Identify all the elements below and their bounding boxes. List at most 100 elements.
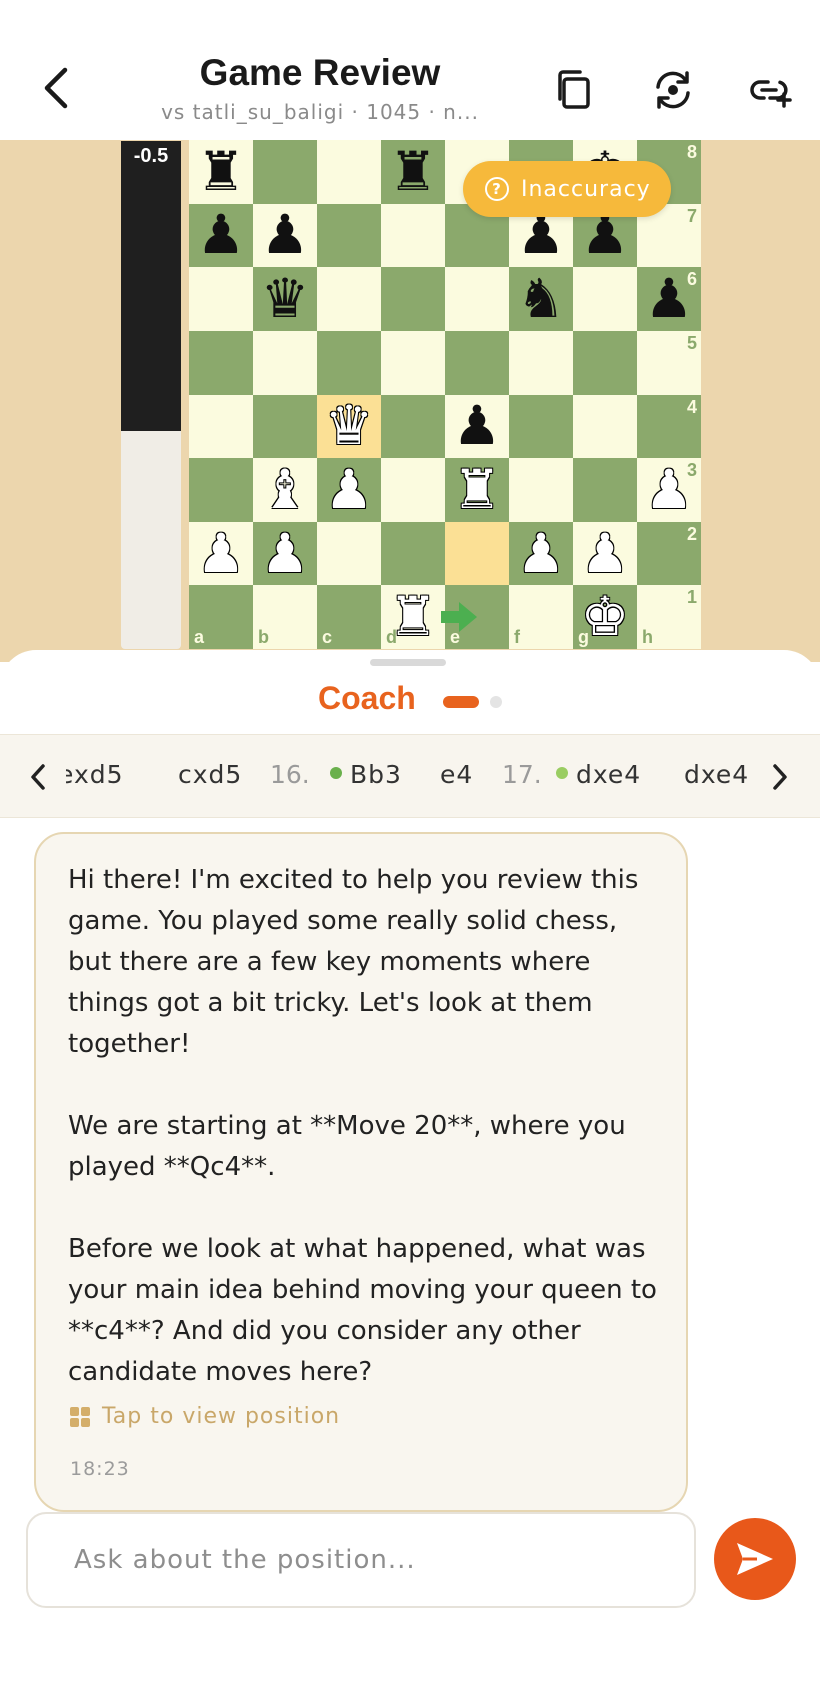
square-g5[interactable] <box>573 330 637 395</box>
sheet-handle[interactable] <box>370 659 446 666</box>
rank-label: 2 <box>686 523 697 544</box>
square-h3[interactable]: ♟ 3 <box>637 458 701 522</box>
next-move-button[interactable] <box>752 735 808 817</box>
file-label: d <box>386 627 397 647</box>
square-g2[interactable]: ♟ <box>573 521 637 586</box>
square-c8[interactable] <box>317 140 381 204</box>
black-pawn-piece[interactable]: ♟ <box>261 208 309 262</box>
square-d4[interactable] <box>381 394 445 459</box>
move-item[interactable]: cxd5 <box>178 760 242 789</box>
square-d3[interactable] <box>381 458 445 522</box>
white-pawn-piece[interactable]: ♟ <box>517 526 565 581</box>
square-f3[interactable] <box>509 458 573 522</box>
ask-position-input[interactable] <box>26 1512 696 1608</box>
message-paragraph: We are starting at **Move 20**, where yo… <box>68 1111 626 1182</box>
black-rook-piece[interactable]: ♜ <box>197 144 245 199</box>
square-c5[interactable] <box>317 330 381 395</box>
black-pawn-piece[interactable]: ♟ <box>453 399 501 453</box>
square-c1[interactable]: c <box>317 585 381 649</box>
square-e2[interactable] <box>445 521 509 586</box>
move-text: Bb3 <box>350 760 402 789</box>
move-item[interactable]: e4 <box>440 760 473 789</box>
square-c3[interactable]: ♟ <box>317 458 381 522</box>
square-f1[interactable]: f <box>509 585 573 649</box>
white-rook-piece[interactable]: ♜ <box>453 462 501 517</box>
square-f4[interactable] <box>509 394 573 459</box>
black-queen-piece[interactable]: ♛ <box>261 272 309 326</box>
square-b5[interactable] <box>253 330 317 395</box>
square-a4[interactable] <box>189 394 253 459</box>
white-pawn-piece[interactable]: ♟ <box>197 526 245 581</box>
black-pawn-piece[interactable]: ♟ <box>197 208 245 262</box>
square-e5[interactable] <box>445 330 509 395</box>
square-c6[interactable] <box>317 267 381 331</box>
square-h1[interactable]: 1h <box>637 585 701 649</box>
copy-button[interactable] <box>548 64 600 116</box>
square-a3[interactable] <box>189 458 253 522</box>
square-b6[interactable]: ♛ <box>253 267 317 331</box>
white-pawn-piece[interactable]: ♟ <box>645 462 693 517</box>
send-button[interactable] <box>714 1518 796 1600</box>
white-queen-piece[interactable]: ♛ <box>325 399 373 453</box>
page-indicator-active[interactable] <box>443 696 479 708</box>
move-item[interactable]: exd5 <box>58 760 124 789</box>
square-b2[interactable]: ♟ <box>253 521 317 586</box>
rank-label: 1 <box>686 587 697 608</box>
square-g3[interactable] <box>573 458 637 522</box>
black-pawn-piece[interactable]: ♟ <box>645 272 693 326</box>
square-c7[interactable] <box>317 203 381 268</box>
white-pawn-piece[interactable]: ♟ <box>261 526 309 581</box>
move-item[interactable]: dxe4 <box>556 760 641 789</box>
square-a5[interactable] <box>189 330 253 395</box>
move-item[interactable]: dxe4 <box>684 760 749 789</box>
page-indicator-inactive[interactable] <box>490 696 502 708</box>
square-h6[interactable]: ♟ 6 <box>637 267 701 331</box>
square-g1[interactable]: ♚ g <box>573 585 637 649</box>
square-b7[interactable]: ♟ <box>253 203 317 268</box>
square-a7[interactable]: ♟ <box>189 203 253 268</box>
flip-board-button[interactable] <box>647 64 699 116</box>
square-e4[interactable]: ♟ <box>445 394 509 459</box>
square-d5[interactable] <box>381 330 445 395</box>
previous-move-button[interactable] <box>10 735 66 817</box>
square-a1[interactable]: a <box>189 585 253 649</box>
black-knight-piece[interactable]: ♞ <box>517 272 565 326</box>
square-d7[interactable] <box>381 203 445 268</box>
coach-message-text: Hi there! I'm excited to help you review… <box>68 860 668 1434</box>
square-h4[interactable]: 4 <box>637 394 701 459</box>
square-g6[interactable] <box>573 267 637 331</box>
square-f6[interactable]: ♞ <box>509 267 573 331</box>
white-bishop-piece[interactable]: ♝ <box>261 462 309 517</box>
square-a6[interactable] <box>189 267 253 331</box>
square-d2[interactable] <box>381 521 445 586</box>
square-d8[interactable]: ♜ <box>381 140 445 204</box>
share-link-button[interactable] <box>745 64 797 116</box>
coach-message-bubble: Hi there! I'm excited to help you review… <box>34 832 688 1512</box>
square-c4[interactable]: ♛ <box>317 394 381 459</box>
square-b1[interactable]: b <box>253 585 317 649</box>
square-g4[interactable] <box>573 394 637 459</box>
square-h2[interactable]: 2 <box>637 521 701 586</box>
square-d6[interactable] <box>381 267 445 331</box>
square-h5[interactable]: 5 <box>637 330 701 395</box>
square-e3[interactable]: ♜ <box>445 458 509 522</box>
square-d1[interactable]: ♜ d <box>381 585 445 649</box>
square-b8[interactable] <box>253 140 317 204</box>
square-f5[interactable] <box>509 330 573 395</box>
square-a2[interactable]: ♟ <box>189 521 253 586</box>
move-item[interactable]: Bb3 <box>330 760 402 789</box>
black-rook-piece[interactable]: ♜ <box>389 144 437 199</box>
move-text: cxd5 <box>178 760 243 789</box>
square-a8[interactable]: ♜ <box>189 140 253 204</box>
square-b3[interactable]: ♝ <box>253 458 317 522</box>
move-text: 17. <box>502 760 542 789</box>
tab-coach[interactable]: Coach <box>318 680 416 717</box>
view-position-link[interactable]: Tap to view position <box>70 1404 340 1429</box>
file-label: a <box>194 627 205 647</box>
square-f2[interactable]: ♟ <box>509 521 573 586</box>
white-pawn-piece[interactable]: ♟ <box>581 526 629 581</box>
square-b4[interactable] <box>253 394 317 459</box>
square-e6[interactable] <box>445 267 509 331</box>
white-pawn-piece[interactable]: ♟ <box>325 462 373 517</box>
square-c2[interactable] <box>317 521 381 586</box>
